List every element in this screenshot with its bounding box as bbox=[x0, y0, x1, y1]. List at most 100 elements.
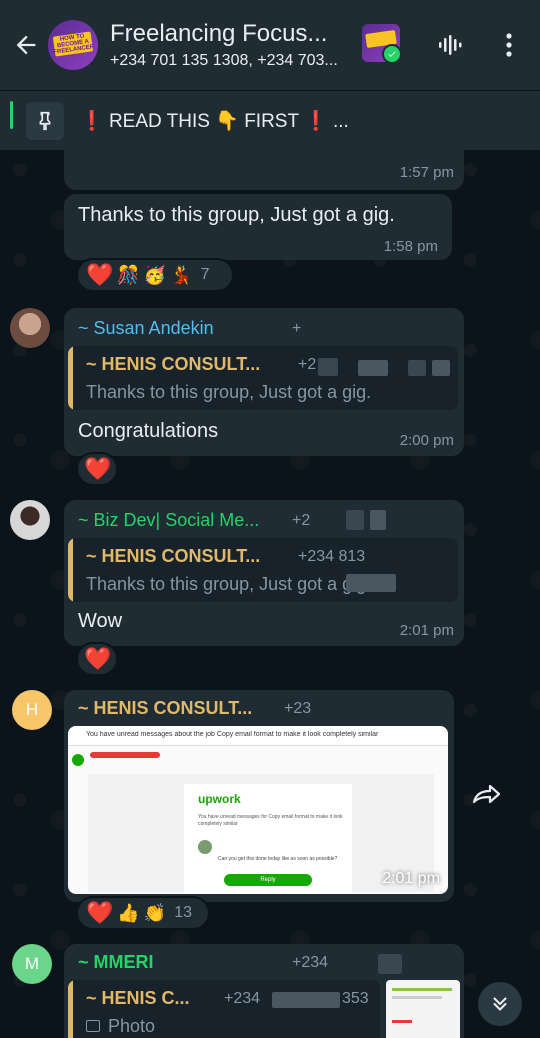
reaction-count: 13 bbox=[174, 904, 193, 921]
image-attachment[interactable]: You have unread messages about the job C… bbox=[68, 726, 448, 894]
quote-phone: +234 bbox=[224, 990, 261, 1007]
avatar[interactable] bbox=[10, 500, 50, 540]
pinned-message-text: ❗ READ THIS 👇 FIRST ❗ ... bbox=[80, 109, 349, 133]
email-notice: You have unread messages about the job C… bbox=[86, 731, 379, 738]
upwork-logo-icon bbox=[72, 754, 84, 766]
sender-name[interactable]: ~ MMERI bbox=[78, 952, 154, 973]
sender-name[interactable]: ~ Biz Dev| Social Me... bbox=[78, 510, 259, 531]
group-avatar[interactable]: HOW TO BECOME A FREELANCER bbox=[48, 20, 98, 70]
email-header: You have unread messages about the job C… bbox=[68, 726, 448, 746]
heart-icon: ❤️ bbox=[84, 456, 112, 481]
double-chevron-down-icon bbox=[493, 997, 507, 1011]
party-face-icon: 🥳 bbox=[143, 264, 167, 285]
message-text: Wow bbox=[78, 610, 123, 632]
quote-text: Photo bbox=[108, 1016, 156, 1036]
chat-header: HOW TO BECOME A FREELANCER Freelancing F… bbox=[0, 0, 540, 90]
heart-icon: ❤️ bbox=[86, 262, 114, 287]
quote-phone: +2 bbox=[298, 356, 317, 373]
message-bubble[interactable]: ~ HENIS CONSULT... +23 You have unread m… bbox=[64, 690, 454, 902]
message-text: Congratulations bbox=[78, 420, 219, 442]
voice-chat-icon[interactable] bbox=[432, 28, 466, 62]
pinned-ellipsis: ... bbox=[332, 110, 349, 132]
redacted-block bbox=[378, 954, 402, 974]
redacted-block bbox=[90, 752, 160, 758]
chat-info[interactable]: Freelancing Focus... +234 701 135 1308, … bbox=[110, 20, 360, 70]
photo-icon bbox=[86, 1020, 100, 1032]
reaction-count: 7 bbox=[200, 266, 210, 283]
pinned-text-b: FIRST bbox=[244, 110, 299, 132]
message-reactions[interactable]: ❤️ bbox=[76, 642, 118, 676]
sender-phone: + bbox=[292, 320, 302, 337]
more-options-icon[interactable] bbox=[492, 28, 526, 62]
pointing-down-icon: 👇 bbox=[215, 110, 239, 132]
forward-icon[interactable] bbox=[466, 774, 506, 814]
chat-members: +234 701 135 1308, +234 703... bbox=[110, 52, 338, 69]
quoted-message[interactable]: ~ HENIS CONSULT... +2 Thanks to this gro… bbox=[68, 346, 458, 410]
quote-phone-end: 353 bbox=[342, 990, 369, 1007]
pinned-indicator bbox=[10, 101, 13, 129]
dancer-icon: 💃 bbox=[170, 264, 193, 285]
message-reactions[interactable]: ❤️ bbox=[76, 452, 118, 486]
exclamation-icon: ❗ bbox=[304, 110, 328, 132]
pin-icon bbox=[26, 101, 64, 140]
clapping-icon: 👏 bbox=[143, 902, 167, 923]
client-avatar bbox=[198, 840, 212, 854]
message-bubble[interactable]: ~ Susan Andekin + ~ HENIS CONSULT... +2 … bbox=[64, 308, 464, 456]
sender-phone: +2 bbox=[292, 512, 311, 529]
email-chat-line: Can you get this done today like as soon… bbox=[218, 856, 338, 862]
quoted-message[interactable]: ~ HENIS CONSULT... +234 813 Thanks to th… bbox=[68, 538, 458, 602]
pinned-text-a: READ THIS bbox=[108, 110, 210, 132]
sender-name[interactable]: ~ Susan Andekin bbox=[78, 318, 214, 339]
quote-sender: ~ HENIS CONSULT... bbox=[86, 546, 261, 566]
avatar-letter: M bbox=[24, 954, 40, 973]
redacted-block bbox=[432, 360, 450, 376]
sender-phone: +234 bbox=[292, 954, 329, 971]
upwork-brand: upwork bbox=[198, 792, 241, 806]
avatar-letter: H bbox=[25, 700, 39, 719]
quote-sender: ~ HENIS CONSULT... bbox=[86, 354, 261, 374]
chat-title: Freelancing Focus... bbox=[110, 20, 328, 47]
quoted-photo-thumbnail[interactable] bbox=[386, 980, 460, 1038]
thumbs-up-icon: 👍 bbox=[117, 902, 140, 923]
redacted-block bbox=[408, 360, 426, 376]
message-time: 2:01 pm bbox=[382, 870, 440, 887]
check-icon bbox=[382, 44, 400, 62]
message-reactions[interactable]: ❤️ 🎊 🥳 💃 7 bbox=[76, 258, 234, 292]
message-bubble[interactable]: 1:57 pm bbox=[64, 150, 464, 190]
avatar[interactable]: H bbox=[12, 690, 52, 730]
heart-icon: ❤️ bbox=[84, 646, 112, 671]
quote-sender: ~ HENIS C... bbox=[86, 988, 190, 1008]
redacted-block bbox=[346, 574, 396, 592]
redacted-block bbox=[370, 510, 386, 530]
email-reply-button: Reply bbox=[224, 874, 312, 886]
quote-text: Thanks to this group, Just got a gig. bbox=[86, 574, 372, 594]
message-time: 2:01 pm bbox=[399, 622, 454, 639]
heart-icon: ❤️ bbox=[86, 900, 114, 925]
redacted-block bbox=[318, 358, 338, 376]
quoted-message[interactable]: ~ HENIS C... +234 353 Photo bbox=[68, 980, 380, 1038]
message-time: 1:57 pm bbox=[399, 164, 454, 181]
message-reactions[interactable]: ❤️ 👍 👏 13 bbox=[76, 896, 210, 930]
message-bubble[interactable]: Thanks to this group, Just got a gig. 1:… bbox=[64, 194, 452, 260]
sender-phone: +23 bbox=[284, 700, 312, 717]
pinned-message-bar[interactable]: ❗ READ THIS 👇 FIRST ❗ ... bbox=[0, 90, 540, 150]
email-card: upwork You have unread messages for Copy… bbox=[184, 784, 352, 894]
confetti-icon: 🎊 bbox=[117, 264, 140, 285]
quote-text: Thanks to this group, Just got a gig. bbox=[86, 382, 372, 402]
avatar[interactable]: M bbox=[12, 944, 52, 984]
avatar[interactable] bbox=[10, 308, 50, 348]
exclamation-icon: ❗ bbox=[80, 110, 104, 132]
scroll-to-bottom-button[interactable] bbox=[478, 982, 522, 1026]
quote-phone: +234 813 bbox=[298, 548, 366, 565]
group-avatar-text: HOW TO BECOME A FREELANCER bbox=[53, 33, 95, 56]
message-bubble[interactable]: ~ Biz Dev| Social Me... +2 ~ HENIS CONSU… bbox=[64, 500, 464, 646]
community-avatar[interactable] bbox=[362, 24, 400, 62]
message-time: 1:58 pm bbox=[383, 238, 438, 255]
redacted-block bbox=[272, 992, 340, 1008]
back-arrow-icon[interactable] bbox=[4, 23, 48, 67]
message-bubble[interactable]: ~ MMERI +234 ~ HENIS C... +234 353 Photo bbox=[64, 944, 464, 1038]
sender-name[interactable]: ~ HENIS CONSULT... bbox=[78, 698, 252, 719]
redacted-block bbox=[346, 510, 364, 530]
message-time: 2:00 pm bbox=[399, 432, 454, 449]
redacted-block bbox=[358, 360, 388, 376]
